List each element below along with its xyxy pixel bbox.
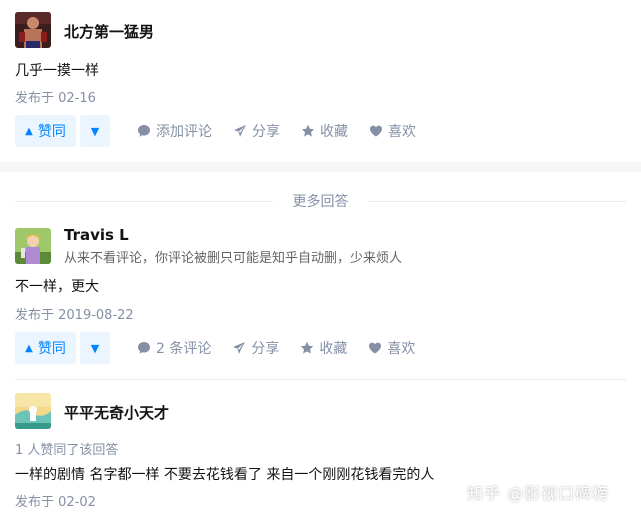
author-bio: 从来不看评论，你评论被删只可能是知乎自动删，少来烦人 xyxy=(64,251,403,266)
watermark: 知乎 @影视口碑榜 xyxy=(467,484,610,503)
comment-button[interactable]: 2 条评论 xyxy=(137,338,211,358)
collect-label: 收藏 xyxy=(320,124,348,140)
heart-icon xyxy=(370,125,382,137)
like-label: 喜欢 xyxy=(388,124,416,140)
vote-up-button[interactable]: ▲ 赞同 xyxy=(15,332,76,364)
comment-bubble-icon xyxy=(138,342,150,354)
divider-right xyxy=(368,201,626,202)
comment-bubble-icon xyxy=(138,125,150,137)
collect-button[interactable]: 收藏 xyxy=(301,121,348,141)
answer-card: 北方第一猛男 几乎一摸一样 发布于 02-16 ▲ 赞同 ▼ 添加评论 分享 收… xyxy=(0,0,641,162)
collect-button[interactable]: 收藏 xyxy=(300,338,347,358)
vote-label: 赞同 xyxy=(37,124,66,140)
publish-date[interactable]: 发布于 02-02 xyxy=(15,491,96,510)
vote-label: 赞同 xyxy=(37,341,66,357)
triangle-down-icon: ▼ xyxy=(90,124,100,138)
author-name[interactable]: Travis L xyxy=(64,226,129,244)
triangle-up-icon: ▲ xyxy=(25,342,33,354)
action-bar: ▲ 赞同 ▼ 2 条评论 分享 收藏 喜欢 xyxy=(15,332,415,364)
like-button[interactable]: 喜欢 xyxy=(368,338,415,358)
answer-divider xyxy=(15,379,626,380)
star-icon xyxy=(301,124,315,137)
like-button[interactable]: 喜欢 xyxy=(369,121,416,141)
author-avatar[interactable] xyxy=(15,228,51,264)
star-icon xyxy=(301,341,314,354)
paper-plane-icon xyxy=(233,342,246,354)
collect-label: 收藏 xyxy=(319,341,348,357)
more-answers-header: 更多回答 xyxy=(0,190,641,212)
author-avatar[interactable] xyxy=(15,393,51,429)
heart-icon xyxy=(369,342,382,354)
vote-info: 1 人赞同了该回答 xyxy=(15,443,119,458)
share-label: 分享 xyxy=(251,341,280,357)
share-button[interactable]: 分享 xyxy=(233,121,280,141)
action-bar: ▲ 赞同 ▼ 添加评论 分享 收藏 喜欢 xyxy=(15,115,416,147)
publish-date[interactable]: 发布于 02-16 xyxy=(15,87,96,106)
publish-date[interactable]: 发布于 2019-08-22 xyxy=(15,304,134,323)
author-name[interactable]: 平平无奇小天才 xyxy=(64,402,169,423)
triangle-up-icon: ▲ xyxy=(25,125,33,137)
answer-content: 一样的剧情 名字都一样 不要去花钱看了 来自一个刚刚花钱看完的人 xyxy=(15,467,435,483)
answer-content: 几乎一摸一样 xyxy=(15,63,99,79)
share-label: 分享 xyxy=(252,124,280,140)
share-button[interactable]: 分享 xyxy=(232,338,279,358)
like-label: 喜欢 xyxy=(387,341,416,357)
comment-label: 2 条评论 xyxy=(156,341,212,357)
author-name[interactable]: 北方第一猛男 xyxy=(64,21,154,42)
answer-content: 不一样，更大 xyxy=(15,279,99,295)
comment-button[interactable]: 添加评论 xyxy=(137,121,212,141)
vote-up-button[interactable]: ▲ 赞同 xyxy=(15,115,76,147)
comment-label: 添加评论 xyxy=(156,124,212,140)
vote-down-button[interactable]: ▼ xyxy=(80,332,110,364)
paper-plane-icon xyxy=(234,125,246,137)
vote-down-button[interactable]: ▼ xyxy=(80,115,110,147)
author-avatar[interactable] xyxy=(15,12,51,48)
triangle-down-icon: ▼ xyxy=(90,341,100,355)
